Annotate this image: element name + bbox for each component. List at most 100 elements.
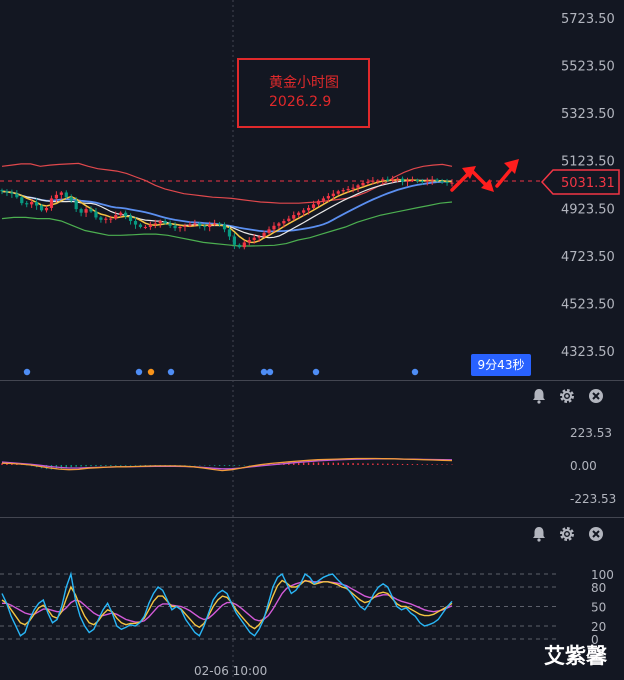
candle-body	[227, 229, 232, 237]
candle-body	[287, 218, 291, 222]
candle-body	[0, 190, 4, 192]
bollinger-lower-line	[1, 201, 453, 247]
candle-body	[35, 201, 39, 206]
candle-body	[89, 209, 93, 212]
candle-body	[386, 179, 390, 181]
candle-body	[59, 192, 63, 195]
candle-body	[158, 221, 162, 224]
candle-body	[242, 242, 246, 248]
candle-body	[247, 240, 251, 243]
candle-body	[252, 237, 256, 241]
candle-body	[282, 221, 286, 224]
candle-body	[302, 210, 306, 213]
gear-icon[interactable]	[558, 525, 576, 543]
candle-body	[203, 225, 207, 227]
candlesticks	[0, 175, 454, 250]
candle-body	[232, 236, 237, 245]
candle-body	[346, 188, 350, 191]
close-icon[interactable]	[587, 525, 605, 543]
kdj-pane: 1008050200	[0, 568, 614, 647]
candle-body	[331, 193, 335, 197]
last-price-tag: 5031.31	[541, 169, 620, 195]
moving-averages	[1, 178, 453, 244]
candle-body	[148, 224, 152, 227]
candle-body	[351, 187, 355, 189]
candle-body	[440, 181, 444, 183]
ma-white-line	[1, 179, 453, 239]
candle-body	[366, 181, 370, 183]
kdj-tick-label: 100	[591, 568, 614, 582]
candle-body	[361, 182, 365, 186]
event-marker-dot	[411, 368, 419, 376]
macd-pane: 223.53 0.00 -223.53	[1, 426, 616, 506]
price-tick-label: 5523.50	[561, 60, 615, 75]
candle-body	[292, 215, 296, 219]
kdj-tick-label: 80	[591, 581, 606, 595]
price-tick-label: 5723.50	[561, 12, 615, 27]
candle-body	[153, 223, 157, 225]
event-marker-dot	[260, 368, 268, 376]
candle-body	[371, 180, 375, 182]
event-marker-dot	[23, 368, 31, 376]
candle-body	[326, 196, 330, 199]
candle-body	[128, 216, 133, 222]
candle-body	[257, 236, 261, 238]
up-arrow-annotations	[450, 159, 519, 192]
candle-body	[133, 221, 138, 225]
candle-body	[5, 191, 9, 193]
event-marker-dot	[135, 368, 143, 376]
candle-body	[99, 217, 103, 220]
candle-body	[15, 193, 19, 198]
price-tick-label: 4523.50	[561, 297, 615, 312]
candle-body	[336, 191, 340, 194]
price-tick-label: 5323.50	[561, 107, 615, 122]
candle-body	[356, 185, 360, 188]
candle-body	[435, 179, 439, 182]
candle-body	[39, 205, 44, 211]
candle-body	[30, 201, 34, 205]
candle-body	[321, 198, 326, 201]
candle-body	[391, 179, 395, 181]
candle-body	[400, 178, 405, 182]
bar-countdown: 9分43秒	[471, 354, 531, 376]
ma-yellow-line	[1, 178, 453, 244]
candle-body	[173, 225, 177, 229]
bell-icon[interactable]	[530, 525, 548, 543]
candle-body	[193, 223, 197, 225]
candle-body	[44, 207, 49, 211]
macd-tick-label: -223.53	[570, 492, 616, 506]
candle-body	[178, 226, 182, 229]
arrow-up-2	[495, 166, 514, 188]
candle-body	[163, 221, 167, 224]
bell-icon[interactable]	[530, 387, 548, 405]
candle-body	[311, 204, 316, 208]
candle-body	[109, 218, 113, 220]
candle-body	[306, 207, 311, 211]
kdj-tick-label: 50	[591, 601, 606, 615]
candle-body	[143, 226, 148, 228]
candle-body	[341, 190, 345, 192]
candle-body	[64, 192, 68, 198]
last-price-value: 5031.31	[561, 176, 615, 191]
candle-body	[183, 225, 187, 227]
candle-body	[445, 181, 449, 183]
gear-icon[interactable]	[558, 387, 576, 405]
candle-body	[425, 180, 429, 182]
candle-body	[25, 203, 29, 205]
candle-body	[74, 200, 78, 210]
candle-body	[104, 218, 108, 220]
candle-body	[79, 209, 83, 213]
candle-body	[20, 197, 24, 204]
candle-body	[277, 223, 281, 226]
candle-body	[188, 224, 192, 226]
price-tick-label: 5123.50	[561, 155, 615, 170]
candle-body	[69, 197, 73, 201]
candle-body	[262, 232, 266, 237]
time-axis-label: 02-06 10:00	[194, 664, 268, 678]
candle-body	[208, 224, 212, 227]
candle-body	[49, 198, 54, 208]
candle-body	[297, 212, 301, 216]
close-icon[interactable]	[587, 387, 605, 405]
candle-body	[267, 229, 271, 233]
bollinger-bands	[1, 162, 453, 247]
